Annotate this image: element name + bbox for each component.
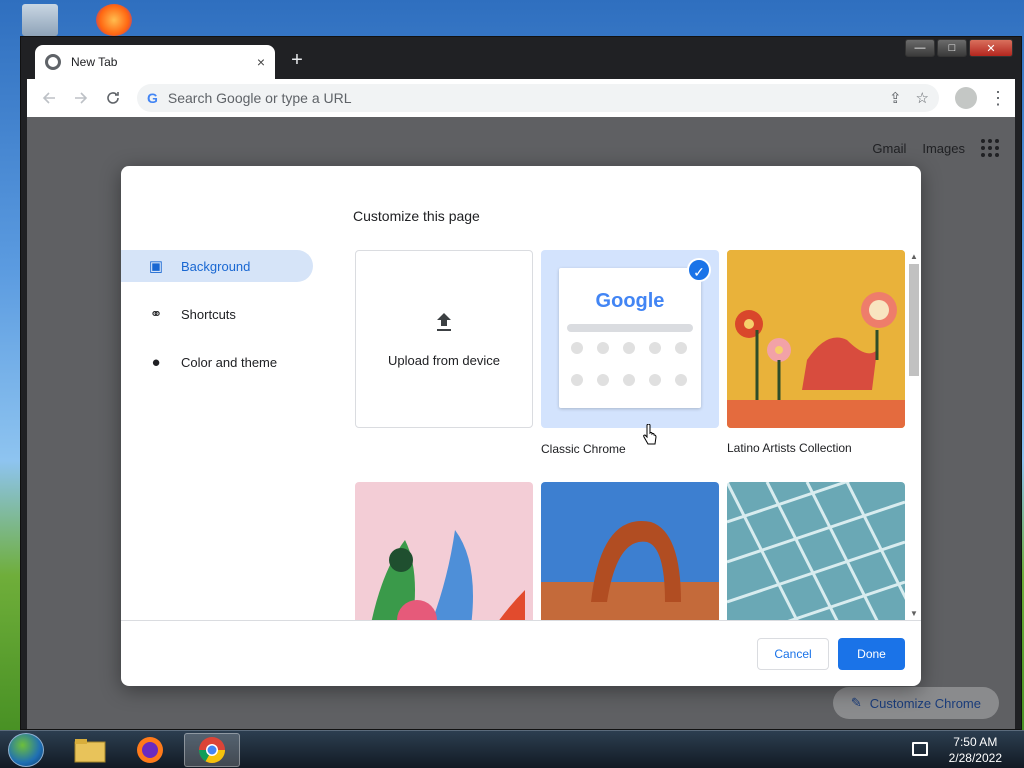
latino-artists-tile[interactable] xyxy=(727,250,905,428)
classic-chrome-preview: Google xyxy=(559,268,701,408)
file-explorer-taskbar-icon[interactable] xyxy=(62,733,118,767)
image-icon: ▣ xyxy=(148,258,164,275)
upload-icon xyxy=(432,310,456,341)
google-logo: Google xyxy=(595,290,665,312)
bookmark-star-icon[interactable]: ☆ xyxy=(916,89,929,107)
new-tab-button[interactable]: + xyxy=(285,49,309,73)
delicate-arch-image xyxy=(541,482,719,620)
back-icon[interactable] xyxy=(35,84,63,112)
selected-check-icon: ✓ xyxy=(687,258,711,282)
scroll-down-icon[interactable]: ▼ xyxy=(910,609,918,618)
system-clock[interactable]: 7:50 AM 2/28/2022 xyxy=(949,734,1002,766)
glass-building-image xyxy=(727,482,905,620)
images-link[interactable]: Images xyxy=(922,141,965,156)
ntp-header-links: Gmail Images xyxy=(872,139,999,157)
taskbar: 7:50 AM 2/28/2022 xyxy=(0,730,1024,768)
gmail-link[interactable]: Gmail xyxy=(872,141,906,156)
customize-chrome-label: Customize Chrome xyxy=(869,695,981,711)
reload-icon[interactable] xyxy=(99,84,127,112)
close-tab-icon[interactable]: × xyxy=(257,54,265,70)
upload-label: Upload from device xyxy=(388,353,500,368)
background-scrollbar[interactable]: ▲ ▼ xyxy=(907,250,921,620)
sidebar-item-shortcuts[interactable]: ⚭ Shortcuts xyxy=(121,298,313,330)
dialog-divider xyxy=(121,620,921,621)
share-icon[interactable]: ⇪ xyxy=(889,89,902,107)
customize-chrome-button[interactable]: ✎ Customize Chrome xyxy=(832,687,999,719)
done-button[interactable]: Done xyxy=(838,638,905,670)
recycle-bin-icon[interactable] xyxy=(22,4,58,36)
google-g-icon: G xyxy=(147,90,158,106)
classic-chrome-label: Classic Chrome xyxy=(541,442,626,456)
sidebar-item-label: Color and theme xyxy=(181,354,278,370)
forward-icon[interactable] xyxy=(67,84,95,112)
start-button[interactable] xyxy=(8,733,44,767)
chrome-favicon-icon xyxy=(45,54,61,70)
sidebar-item-background[interactable]: ▣ Background xyxy=(121,250,313,282)
sidebar-item-color-theme[interactable]: ● Color and theme xyxy=(121,346,313,378)
pencil-icon: ✎ xyxy=(850,695,862,710)
abstract-flowers-tile[interactable] xyxy=(355,482,533,620)
upload-from-device-tile[interactable]: Upload from device xyxy=(355,250,533,428)
classic-chrome-tile[interactable]: Google ✓ xyxy=(541,250,719,428)
search-bar-preview xyxy=(567,324,693,332)
apps-grid-icon[interactable] xyxy=(981,139,999,157)
omnibox[interactable]: G Search Google or type a URL ⇪ ☆ xyxy=(137,84,939,112)
scroll-thumb[interactable] xyxy=(909,264,919,376)
cancel-button[interactable]: Cancel xyxy=(757,638,829,670)
toolbar: G Search Google or type a URL ⇪ ☆ ⋮ xyxy=(27,79,1015,117)
profile-avatar-icon[interactable] xyxy=(955,87,977,109)
firefox-desktop-icon[interactable] xyxy=(96,4,132,36)
network-tray-icon[interactable] xyxy=(912,742,928,756)
palette-icon: ● xyxy=(151,353,161,371)
menu-icon[interactable]: ⋮ xyxy=(989,88,1007,109)
abstract-flowers-image xyxy=(355,482,533,620)
chrome-taskbar-icon[interactable] xyxy=(184,733,240,767)
dialog-title: Customize this page xyxy=(353,208,480,224)
latino-artists-label: Latino Artists Collection xyxy=(727,441,852,455)
omnibox-placeholder: Search Google or type a URL xyxy=(167,90,352,106)
mouse-pointer-icon xyxy=(643,424,657,445)
firefox-taskbar-icon[interactable] xyxy=(122,733,178,767)
tab-new-tab[interactable]: New Tab × xyxy=(35,45,275,79)
clock-time: 7:50 AM xyxy=(953,735,998,749)
background-grid: Upload from device Google ✓ Classic Chro… xyxy=(355,250,907,620)
customize-dialog: Customize this page ▣ Background ⚭ Short… xyxy=(121,166,921,686)
scroll-up-icon[interactable]: ▲ xyxy=(910,252,918,261)
link-icon: ⚭ xyxy=(149,306,163,323)
delicate-arch-tile[interactable] xyxy=(541,482,719,620)
tab-strip: New Tab × + xyxy=(21,37,1021,79)
glass-building-tile[interactable] xyxy=(727,482,905,620)
dialog-sidebar: ▣ Background ⚭ Shortcuts ● Color and the… xyxy=(121,250,313,394)
clock-date: 2/28/2022 xyxy=(948,751,1002,765)
tab-title: New Tab xyxy=(71,55,118,69)
latino-art-image xyxy=(727,250,905,428)
sidebar-item-label: Shortcuts xyxy=(181,306,236,322)
shortcut-dots-preview xyxy=(571,342,691,386)
sidebar-item-label: Background xyxy=(181,258,251,274)
